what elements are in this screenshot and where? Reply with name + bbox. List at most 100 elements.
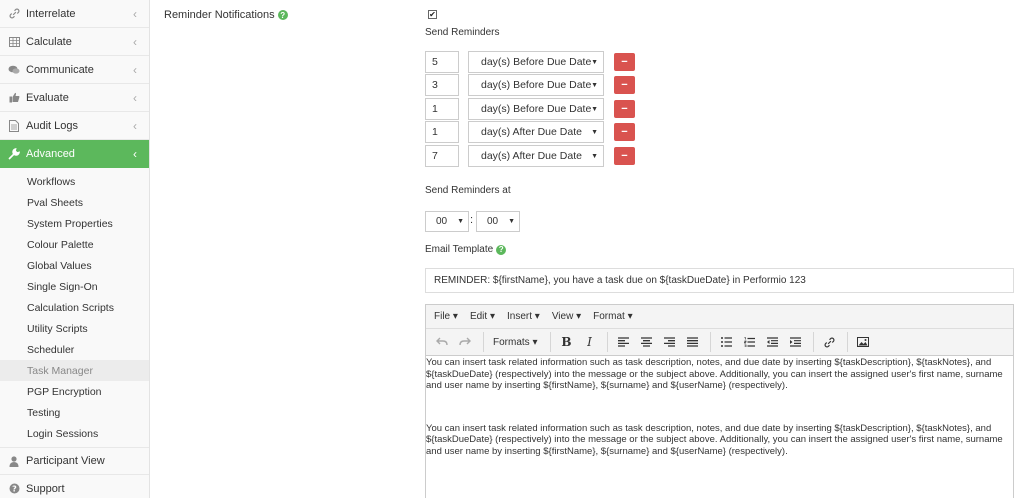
- select-value: day(s) After Due Date: [481, 150, 582, 162]
- link-icon: [8, 8, 20, 20]
- editor-toolbar: Formats ▾ B I: [426, 329, 1013, 356]
- time-separator: :: [470, 214, 474, 226]
- sidebar-subitem-global-values[interactable]: Global Values: [0, 255, 149, 276]
- chevron-left-icon: ‹: [133, 34, 137, 49]
- formats-label: Formats: [493, 336, 530, 348]
- numbered-list-icon[interactable]: [739, 332, 759, 352]
- align-justify-icon[interactable]: [682, 332, 702, 352]
- minus-icon: −: [621, 126, 628, 138]
- select-value: day(s) Before Due Date: [481, 56, 592, 68]
- caret-down-icon: ▼: [591, 152, 598, 160]
- align-right-icon[interactable]: [659, 332, 679, 352]
- email-subject-input[interactable]: REMINDER: ${firstName}, you have a task …: [425, 268, 1014, 293]
- redo-icon[interactable]: [455, 332, 475, 352]
- indent-icon[interactable]: [785, 332, 805, 352]
- minus-icon: −: [621, 103, 628, 115]
- reminder-days-input[interactable]: 3: [425, 74, 459, 96]
- remove-reminder-button[interactable]: −: [614, 100, 635, 118]
- email-template-text: Email Template: [425, 244, 494, 255]
- sidebar-item-audit-logs[interactable]: Audit Logs ‹: [0, 112, 149, 140]
- menu-file[interactable]: File ▾: [434, 311, 458, 322]
- select-value: day(s) Before Due Date: [481, 103, 592, 115]
- wrench-icon: [8, 147, 20, 160]
- sidebar-item-interrelate[interactable]: Interrelate ‹: [0, 0, 149, 28]
- menu-format[interactable]: Format ▾: [593, 311, 632, 322]
- reminder-days-input[interactable]: 5: [425, 51, 459, 73]
- editor-paragraph: You can insert task related information …: [426, 357, 1003, 391]
- sidebar-item-advanced[interactable]: Advanced ‹: [0, 140, 149, 168]
- remove-reminder-button[interactable]: −: [614, 147, 635, 165]
- link-icon[interactable]: [819, 332, 839, 352]
- sidebar-subitem-scheduler[interactable]: Scheduler: [0, 339, 149, 360]
- minus-icon: −: [621, 150, 628, 162]
- italic-icon[interactable]: I: [579, 332, 599, 352]
- sidebar-subitem-colour-palette[interactable]: Colour Palette: [0, 234, 149, 255]
- sidebar: Interrelate ‹ Calculate ‹ Communicate ‹ …: [0, 0, 150, 498]
- sidebar-subitem-testing[interactable]: Testing: [0, 402, 149, 423]
- reminder-timing-select[interactable]: day(s) Before Due Date ▼: [468, 51, 604, 73]
- table-icon: [8, 36, 20, 48]
- select-value: day(s) After Due Date: [481, 126, 582, 138]
- user-icon: [8, 455, 20, 467]
- editor-content-area[interactable]: You can insert task related information …: [426, 356, 1013, 457]
- sidebar-item-support[interactable]: ? Support: [0, 475, 149, 498]
- reminder-days-input[interactable]: 1: [425, 121, 459, 143]
- file-text-icon: [8, 119, 20, 132]
- align-left-icon[interactable]: [613, 332, 633, 352]
- sidebar-item-label: Advanced: [26, 147, 75, 160]
- chevron-left-icon: ‹: [133, 146, 137, 161]
- sidebar-subitem-utility-scripts[interactable]: Utility Scripts: [0, 318, 149, 339]
- sidebar-subitem-task-manager[interactable]: Task Manager: [0, 360, 149, 381]
- align-center-icon[interactable]: [636, 332, 656, 352]
- help-icon[interactable]: ?: [277, 10, 288, 20]
- sidebar-item-evaluate[interactable]: Evaluate ‹: [0, 84, 149, 112]
- sidebar-item-participant-view[interactable]: Participant View: [0, 447, 149, 475]
- rich-text-editor: File ▾ Edit ▾ Insert ▾ View ▾ Format ▾ F…: [425, 304, 1014, 498]
- hour-select[interactable]: 00 ▼: [425, 211, 469, 232]
- formats-dropdown[interactable]: Formats ▾: [489, 337, 541, 348]
- menu-view[interactable]: View ▾: [552, 311, 581, 322]
- comments-icon: [8, 64, 20, 76]
- image-icon[interactable]: [853, 332, 873, 352]
- reminder-notifications-checkbox[interactable]: ✔: [428, 10, 437, 19]
- minute-select[interactable]: 00 ▼: [476, 211, 520, 232]
- outdent-icon[interactable]: [762, 332, 782, 352]
- reminder-timing-select[interactable]: day(s) After Due Date ▼: [468, 121, 604, 143]
- sidebar-item-calculate[interactable]: Calculate ‹: [0, 28, 149, 56]
- bold-icon[interactable]: B: [556, 332, 576, 352]
- bullet-list-icon[interactable]: [716, 332, 736, 352]
- sidebar-item-label: Participant View: [26, 455, 105, 467]
- sidebar-subitem-login-sessions[interactable]: Login Sessions: [0, 423, 149, 444]
- caret-down-icon: ▼: [508, 218, 515, 225]
- sidebar-item-label: Evaluate: [26, 91, 69, 104]
- reminder-days-input[interactable]: 1: [425, 98, 459, 120]
- caret-down-icon: ▼: [591, 128, 598, 136]
- sidebar-subitem-system-properties[interactable]: System Properties: [0, 213, 149, 234]
- reminder-timing-select[interactable]: day(s) Before Due Date ▼: [468, 98, 604, 120]
- chevron-left-icon: ‹: [133, 118, 137, 133]
- reminder-days-input[interactable]: 7: [425, 145, 459, 167]
- sidebar-item-label: Communicate: [26, 63, 94, 76]
- sidebar-subitem-pval-sheets[interactable]: Pval Sheets: [0, 192, 149, 213]
- caret-down-icon: ▼: [591, 105, 598, 113]
- sidebar-subitem-single-sign-on[interactable]: Single Sign-On: [0, 276, 149, 297]
- chevron-left-icon: ‹: [133, 6, 137, 21]
- sidebar-subitem-calculation-scripts[interactable]: Calculation Scripts: [0, 297, 149, 318]
- sidebar-item-communicate[interactable]: Communicate ‹: [0, 56, 149, 84]
- sidebar-item-label: Interrelate: [26, 7, 76, 20]
- menu-insert[interactable]: Insert ▾: [507, 311, 540, 322]
- sidebar-item-label: Support: [26, 482, 65, 495]
- menu-edit[interactable]: Edit ▾: [470, 311, 495, 322]
- reminder-timing-select[interactable]: day(s) Before Due Date ▼: [468, 74, 604, 96]
- remove-reminder-button[interactable]: −: [614, 123, 635, 141]
- remove-reminder-button[interactable]: −: [614, 53, 635, 71]
- sidebar-subitem-pgp-encryption[interactable]: PGP Encryption: [0, 381, 149, 402]
- reminder-row: 7 day(s) After Due Date ▼ −: [425, 145, 635, 167]
- sidebar-item-label: Audit Logs: [26, 119, 78, 132]
- reminder-timing-select[interactable]: day(s) After Due Date ▼: [468, 145, 604, 167]
- select-value: 00: [487, 216, 499, 227]
- undo-icon[interactable]: [432, 332, 452, 352]
- help-icon[interactable]: ?: [496, 244, 507, 255]
- remove-reminder-button[interactable]: −: [614, 76, 635, 94]
- sidebar-subitem-workflows[interactable]: Workflows: [0, 171, 149, 192]
